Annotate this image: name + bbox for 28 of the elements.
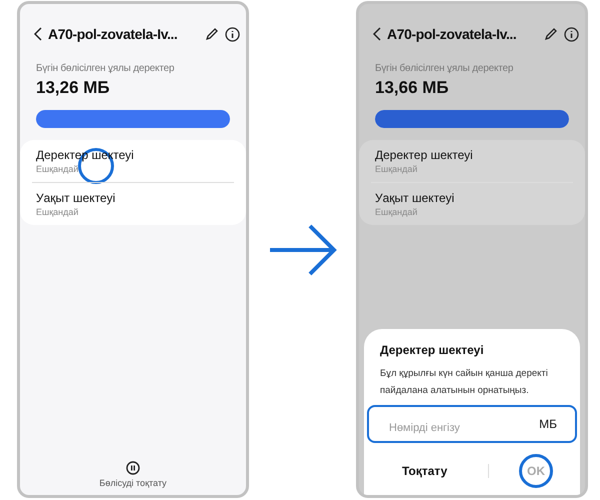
back-icon[interactable]: [373, 27, 381, 41]
arrow-icon: [268, 222, 338, 276]
dialog-title: Деректер шектеуі: [380, 343, 485, 357]
pencil-icon[interactable]: [205, 27, 219, 41]
limit-title[interactable]: Уақыт шектеуі: [375, 191, 454, 205]
limit-title[interactable]: Уақыт шектеуі: [36, 191, 116, 205]
usage-value: 13,26 МБ: [36, 78, 111, 98]
number-field[interactable]: Нөмірді енгізу МБ: [367, 405, 577, 443]
device-title: A70-pol-zovatela-Iv...: [48, 26, 178, 42]
limit-value: Ешқандай: [375, 164, 418, 174]
info-icon[interactable]: [225, 26, 240, 42]
dialog-text: Бұл құрылғы күн сайын қанша деректі пайдалана алатынын орнатыңыз.: [380, 367, 549, 398]
pause-icon[interactable]: [126, 461, 140, 475]
limit-title[interactable]: Деректер шектеуі: [375, 148, 473, 162]
back-icon[interactable]: [34, 27, 42, 41]
unit-label: МБ: [539, 417, 557, 431]
limit-value: Ешқандай: [375, 207, 418, 217]
device-title: A70-pol-zovatela-Iv...: [387, 26, 518, 42]
usage-value: 13,66 МБ: [375, 78, 450, 98]
stop-sharing-label[interactable]: Бөлісуді тоқтату: [99, 478, 167, 488]
usage-label: Бүгін бөлісілген ұялы деректер: [36, 63, 176, 74]
limit-value: Ешқандай: [36, 207, 78, 217]
info-icon[interactable]: [564, 26, 579, 42]
number-input[interactable]: Нөмірді енгізу: [389, 414, 519, 434]
dialog-button[interactable]: Тоқтату: [390, 454, 458, 488]
limit-value: Ешқандай: [36, 164, 78, 174]
pencil-icon[interactable]: [544, 27, 558, 41]
usage-label: Бүгін бөлісілген ұялы деректер: [375, 63, 514, 74]
